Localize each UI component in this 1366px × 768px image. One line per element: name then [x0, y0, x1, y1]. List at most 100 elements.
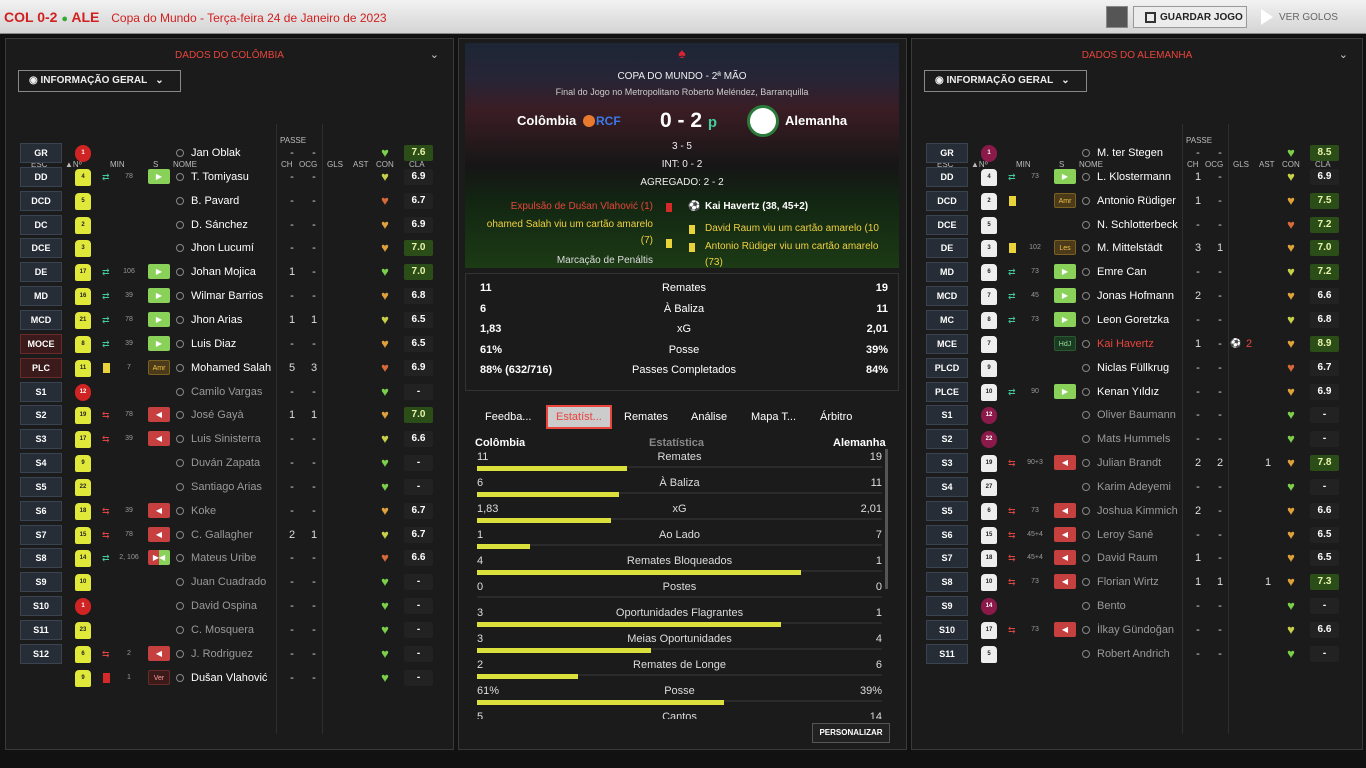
- player-name[interactable]: Kai Havertz: [1097, 338, 1154, 350]
- player-row[interactable]: S11 23 C. Mosquera - - ♥ -: [6, 619, 453, 641]
- player-row[interactable]: S3 19 ⇆ 90+3 ◀ Julian Brandt 2 2 1 ♥ 7.8: [912, 452, 1362, 474]
- player-row[interactable]: DD 4 ⇄ 78 ▶ T. Tomiyasu - - ♥ 6.9: [6, 166, 453, 188]
- player-row[interactable]: DCD 2 Amr Antonio Rüdiger 1 - ♥ 7.5: [912, 190, 1362, 212]
- player-row[interactable]: S7 18 ⇆ 45+4 ◀ David Raum 1 - ♥ 6.5: [912, 547, 1362, 569]
- save-game-button[interactable]: GUARDAR JOGO: [1133, 6, 1247, 28]
- player-name[interactable]: Mateus Uribe: [191, 552, 256, 564]
- player-row[interactable]: DCE 5 N. Schlotterbeck - - ♥ 7.2: [912, 214, 1362, 236]
- player-name[interactable]: Jonas Hofmann: [1097, 290, 1174, 302]
- player-row[interactable]: S12 6 ⇆ 2 ◀ J. Rodriguez - - ♥ -: [6, 643, 453, 665]
- stats-scrollbar[interactable]: [885, 449, 888, 589]
- player-row[interactable]: DC 2 D. Sánchez - - ♥ 6.9: [6, 214, 453, 236]
- player-row[interactable]: MCD 21 ⇄ 78 ▶ Jhon Arias 1 1 ♥ 6.5: [6, 309, 453, 331]
- player-name[interactable]: İlkay Gündoğan: [1097, 624, 1174, 636]
- player-name[interactable]: T. Tomiyasu: [191, 171, 249, 183]
- player-name[interactable]: Leon Goretzka: [1097, 314, 1169, 326]
- player-row[interactable]: DE 3 102 Les M. Mittelstädt 3 1 ♥ 7.0: [912, 237, 1362, 259]
- player-row[interactable]: MC 8 ⇄ 73 ▶ Leon Goretzka - - ♥ 6.8: [912, 309, 1362, 331]
- player-row[interactable]: S2 19 ⇆ 78 ◀ José Gayà 1 1 ♥ 7.0: [6, 404, 453, 426]
- player-name[interactable]: Luis Diaz: [191, 338, 236, 350]
- player-name[interactable]: Johan Mojica: [191, 266, 256, 278]
- player-name[interactable]: José Gayà: [191, 409, 244, 421]
- player-row[interactable]: S4 9 Duván Zapata - - ♥ -: [6, 452, 453, 474]
- player-row[interactable]: S2 22 Mats Hummels - - ♥ -: [912, 428, 1362, 450]
- player-name[interactable]: J. Rodriguez: [191, 648, 253, 660]
- player-name[interactable]: Robert Andrich: [1097, 648, 1170, 660]
- player-name[interactable]: Joshua Kimmich: [1097, 505, 1178, 517]
- player-name[interactable]: Florian Wirtz: [1097, 576, 1159, 588]
- player-name[interactable]: Mohamed Salah: [191, 362, 271, 374]
- player-row[interactable]: S6 15 ⇆ 45+4 ◀ Leroy Sané - - ♥ 6.5: [912, 524, 1362, 546]
- chevron-down-icon[interactable]: ⌄: [1339, 39, 1348, 72]
- player-row[interactable]: S5 6 ⇆ 73 ◀ Joshua Kimmich 2 - ♥ 6.6: [912, 500, 1362, 522]
- player-row[interactable]: S10 17 ⇆ 73 ◀ İlkay Gündoğan - - ♥ 6.6: [912, 619, 1362, 641]
- player-name[interactable]: Koke: [191, 505, 216, 517]
- player-row[interactable]: PLCE 10 ⇄ 90 ▶ Kenan Yıldız - - ♥ 6.9: [912, 381, 1362, 403]
- player-name[interactable]: Camilo Vargas: [191, 386, 262, 398]
- player-name[interactable]: Jhon Lucumí: [191, 242, 254, 254]
- player-name[interactable]: Niclas Füllkrug: [1097, 362, 1169, 374]
- player-name[interactable]: Emre Can: [1097, 266, 1147, 278]
- player-name[interactable]: Mats Hummels: [1097, 433, 1170, 445]
- player-row[interactable]: S11 5 Robert Andrich - - ♥ -: [912, 643, 1362, 665]
- square-button[interactable]: [1106, 6, 1128, 28]
- chevron-down-icon[interactable]: ⌄: [430, 39, 439, 72]
- player-row[interactable]: S1 12 Camilo Vargas - - ♥ -: [6, 381, 453, 403]
- player-name[interactable]: Luis Sinisterra: [191, 433, 261, 445]
- view-goals-button[interactable]: VER GOLOS: [1257, 6, 1357, 28]
- player-row[interactable]: MCD 7 ⇄ 45 ▶ Jonas Hofmann 2 - ♥ 6.6: [912, 285, 1362, 307]
- player-row[interactable]: DCD 5 B. Pavard - - ♥ 6.7: [6, 190, 453, 212]
- player-row[interactable]: S7 15 ⇆ 78 ◀ C. Gallagher 2 1 ♥ 6.7: [6, 524, 453, 546]
- player-name[interactable]: Kenan Yıldız: [1097, 386, 1159, 398]
- player-row[interactable]: GR 1 M. ter Stegen - - ♥ 8.5: [912, 142, 1362, 164]
- player-name[interactable]: D. Sánchez: [191, 219, 248, 231]
- player-name[interactable]: M. Mittelstädt: [1097, 242, 1162, 254]
- player-name[interactable]: Oliver Baumann: [1097, 409, 1176, 421]
- player-name[interactable]: M. ter Stegen: [1097, 147, 1163, 159]
- player-row[interactable]: DE 17 ⇄ 106 ▶ Johan Mojica 1 - ♥ 7.0: [6, 261, 453, 283]
- player-row[interactable]: S9 10 Juan Cuadrado - - ♥ -: [6, 571, 453, 593]
- player-name[interactable]: Jan Oblak: [191, 147, 241, 159]
- tab-0[interactable]: Feedba...: [485, 405, 531, 429]
- player-name[interactable]: Leroy Sané: [1097, 529, 1153, 541]
- player-name[interactable]: Jhon Arias: [191, 314, 242, 326]
- player-row[interactable]: PLC 11 7 Amr Mohamed Salah 5 3 ♥ 6.9: [6, 357, 453, 379]
- player-row[interactable]: S8 10 ⇆ 73 ◀ Florian Wirtz 1 1 1 ♥ 7.3: [912, 571, 1362, 593]
- player-row[interactable]: MD 16 ⇄ 39 ▶ Wilmar Barrios - - ♥ 6.8: [6, 285, 453, 307]
- player-name[interactable]: Santiago Arias: [191, 481, 262, 493]
- tab-3[interactable]: Análise: [691, 405, 727, 429]
- player-name[interactable]: Dušan Vlahović: [191, 672, 267, 684]
- tab-4[interactable]: Mapa T...: [751, 405, 796, 429]
- player-row[interactable]: MCE 7 HdJ Kai Havertz 1 - ⚽ 2 ♥ 8.9: [912, 333, 1362, 355]
- player-name[interactable]: David Ospina: [191, 600, 257, 612]
- player-name[interactable]: L. Klostermann: [1097, 171, 1171, 183]
- player-row[interactable]: GR 1 Jan Oblak - - ♥ 7.6: [6, 142, 453, 164]
- tab-2[interactable]: Remates: [624, 405, 668, 429]
- player-name[interactable]: Karim Adeyemi: [1097, 481, 1171, 493]
- tab-1[interactable]: Estatíst...: [546, 405, 612, 429]
- player-name[interactable]: Juan Cuadrado: [191, 576, 266, 588]
- player-row[interactable]: S4 27 Karim Adeyemi - - ♥ -: [912, 476, 1362, 498]
- player-name[interactable]: B. Pavard: [191, 195, 239, 207]
- player-name[interactable]: Wilmar Barrios: [191, 290, 263, 302]
- tab-5[interactable]: Árbitro: [820, 405, 852, 429]
- player-name[interactable]: C. Mosquera: [191, 624, 254, 636]
- player-row[interactable]: S9 14 Bento - - ♥ -: [912, 595, 1362, 617]
- personalize-button[interactable]: PERSONALIZAR: [812, 723, 890, 743]
- player-name[interactable]: Duván Zapata: [191, 457, 260, 469]
- player-row[interactable]: S5 22 Santiago Arias - - ♥ -: [6, 476, 453, 498]
- player-name[interactable]: Julian Brandt: [1097, 457, 1161, 469]
- player-row[interactable]: S1 12 Oliver Baumann - - ♥ -: [912, 404, 1362, 426]
- player-row[interactable]: 9 1 Ver Dušan Vlahović - - ♥ -: [6, 667, 453, 689]
- player-row[interactable]: DD 4 ⇄ 73 ▶ L. Klostermann 1 - ♥ 6.9: [912, 166, 1362, 188]
- player-row[interactable]: PLCD 9 Niclas Füllkrug - - ♥ 6.7: [912, 357, 1362, 379]
- player-row[interactable]: S6 18 ⇆ 39 ◀ Koke - - ♥ 6.7: [6, 500, 453, 522]
- player-name[interactable]: Bento: [1097, 600, 1126, 612]
- info-dropdown[interactable]: ◉ INFORMAÇÃO GERAL ⌄: [18, 70, 181, 92]
- player-row[interactable]: DCE 3 Jhon Lucumí - - ♥ 7.0: [6, 237, 453, 259]
- player-row[interactable]: S10 1 David Ospina - - ♥ -: [6, 595, 453, 617]
- player-name[interactable]: C. Gallagher: [191, 529, 253, 541]
- player-row[interactable]: MD 6 ⇄ 73 ▶ Emre Can - - ♥ 7.2: [912, 261, 1362, 283]
- player-name[interactable]: David Raum: [1097, 552, 1158, 564]
- player-row[interactable]: S8 14 ⇄ 2, 106 ▶◀ Mateus Uribe - - ♥ 6.6: [6, 547, 453, 569]
